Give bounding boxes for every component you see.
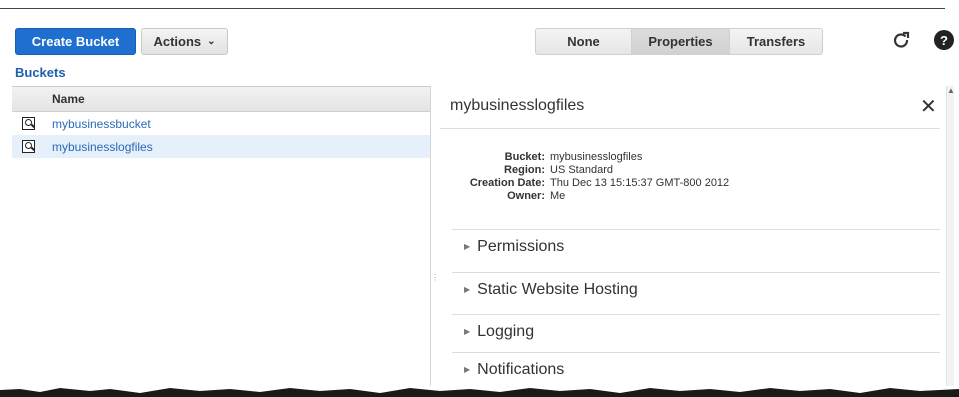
properties-title: mybusinesslogfiles — [450, 97, 585, 114]
column-header-name[interactable]: Name — [12, 87, 430, 112]
expand-arrow-icon: ▶ — [464, 327, 471, 336]
owner-value: Me — [550, 190, 566, 202]
refresh-icon[interactable] — [890, 29, 912, 51]
bucket-name[interactable]: mybusinesslogfiles — [44, 140, 153, 154]
view-mode-toggle: None Properties Transfers — [535, 28, 823, 55]
section-label: Permissions — [477, 237, 565, 255]
bucket-key: Bucket: — [504, 151, 545, 163]
section-logging[interactable]: ▶ Logging — [452, 314, 940, 348]
region-key: Region: — [504, 164, 545, 176]
create-bucket-button[interactable]: Create Bucket — [15, 28, 136, 55]
actions-dropdown-button[interactable]: Actions ⌄ — [141, 28, 228, 55]
section-label: Notifications — [477, 360, 565, 378]
column-name-label: Name — [52, 92, 85, 106]
section-label: Logging — [477, 322, 535, 340]
properties-scrollbar[interactable] — [946, 86, 954, 386]
expand-arrow-icon: ▶ — [464, 365, 471, 374]
tab-none[interactable]: None — [536, 29, 632, 54]
help-icon[interactable]: ? — [934, 30, 954, 50]
properties-panel: mybusinesslogfiles ✕ Bucket: mybusinessl… — [440, 86, 940, 386]
section-notifications[interactable]: ▶ Notifications — [452, 352, 940, 386]
tab-transfers[interactable]: Transfers — [730, 29, 822, 54]
bucket-name[interactable]: mybusinessbucket — [44, 117, 151, 131]
bucket-magnify-icon[interactable] — [12, 117, 44, 130]
scroll-up-arrow-icon[interactable]: ▲ — [947, 86, 955, 95]
region-value: US Standard — [550, 164, 613, 176]
section-label: Static Website Hosting — [477, 280, 638, 298]
top-border — [0, 8, 945, 9]
creation-date-key: Creation Date: — [469, 177, 545, 189]
bucket-row-mybusinessbucket[interactable]: mybusinessbucket — [12, 112, 430, 135]
tab-properties[interactable]: Properties — [632, 29, 730, 54]
section-static-website-hosting[interactable]: ▶ Static Website Hosting — [452, 272, 940, 306]
chevron-down-icon: ⌄ — [207, 36, 216, 47]
expand-arrow-icon: ▶ — [464, 242, 471, 251]
bucket-value: mybusinesslogfiles — [550, 151, 643, 163]
actions-label: Actions — [153, 34, 202, 49]
splitter-grip-icon[interactable]: ⋮ — [431, 274, 439, 290]
bucket-row-mybusinesslogfiles[interactable]: mybusinesslogfiles — [12, 135, 430, 158]
creation-date-value: Thu Dec 13 15:15:37 GMT-800 2012 — [550, 177, 730, 189]
divider — [440, 128, 940, 129]
buckets-heading: Buckets — [15, 65, 66, 80]
bucket-magnify-icon[interactable] — [12, 140, 44, 153]
panel-splitter[interactable] — [430, 86, 431, 386]
close-icon[interactable]: ✕ — [920, 94, 937, 119]
expand-arrow-icon: ▶ — [464, 285, 471, 294]
torn-edge-decoration — [0, 388, 959, 397]
owner-key: Owner: — [507, 190, 545, 202]
bucket-list: Name mybusinessbucket mybusinesslogfiles — [12, 86, 430, 386]
section-permissions[interactable]: ▶ Permissions — [452, 229, 940, 263]
